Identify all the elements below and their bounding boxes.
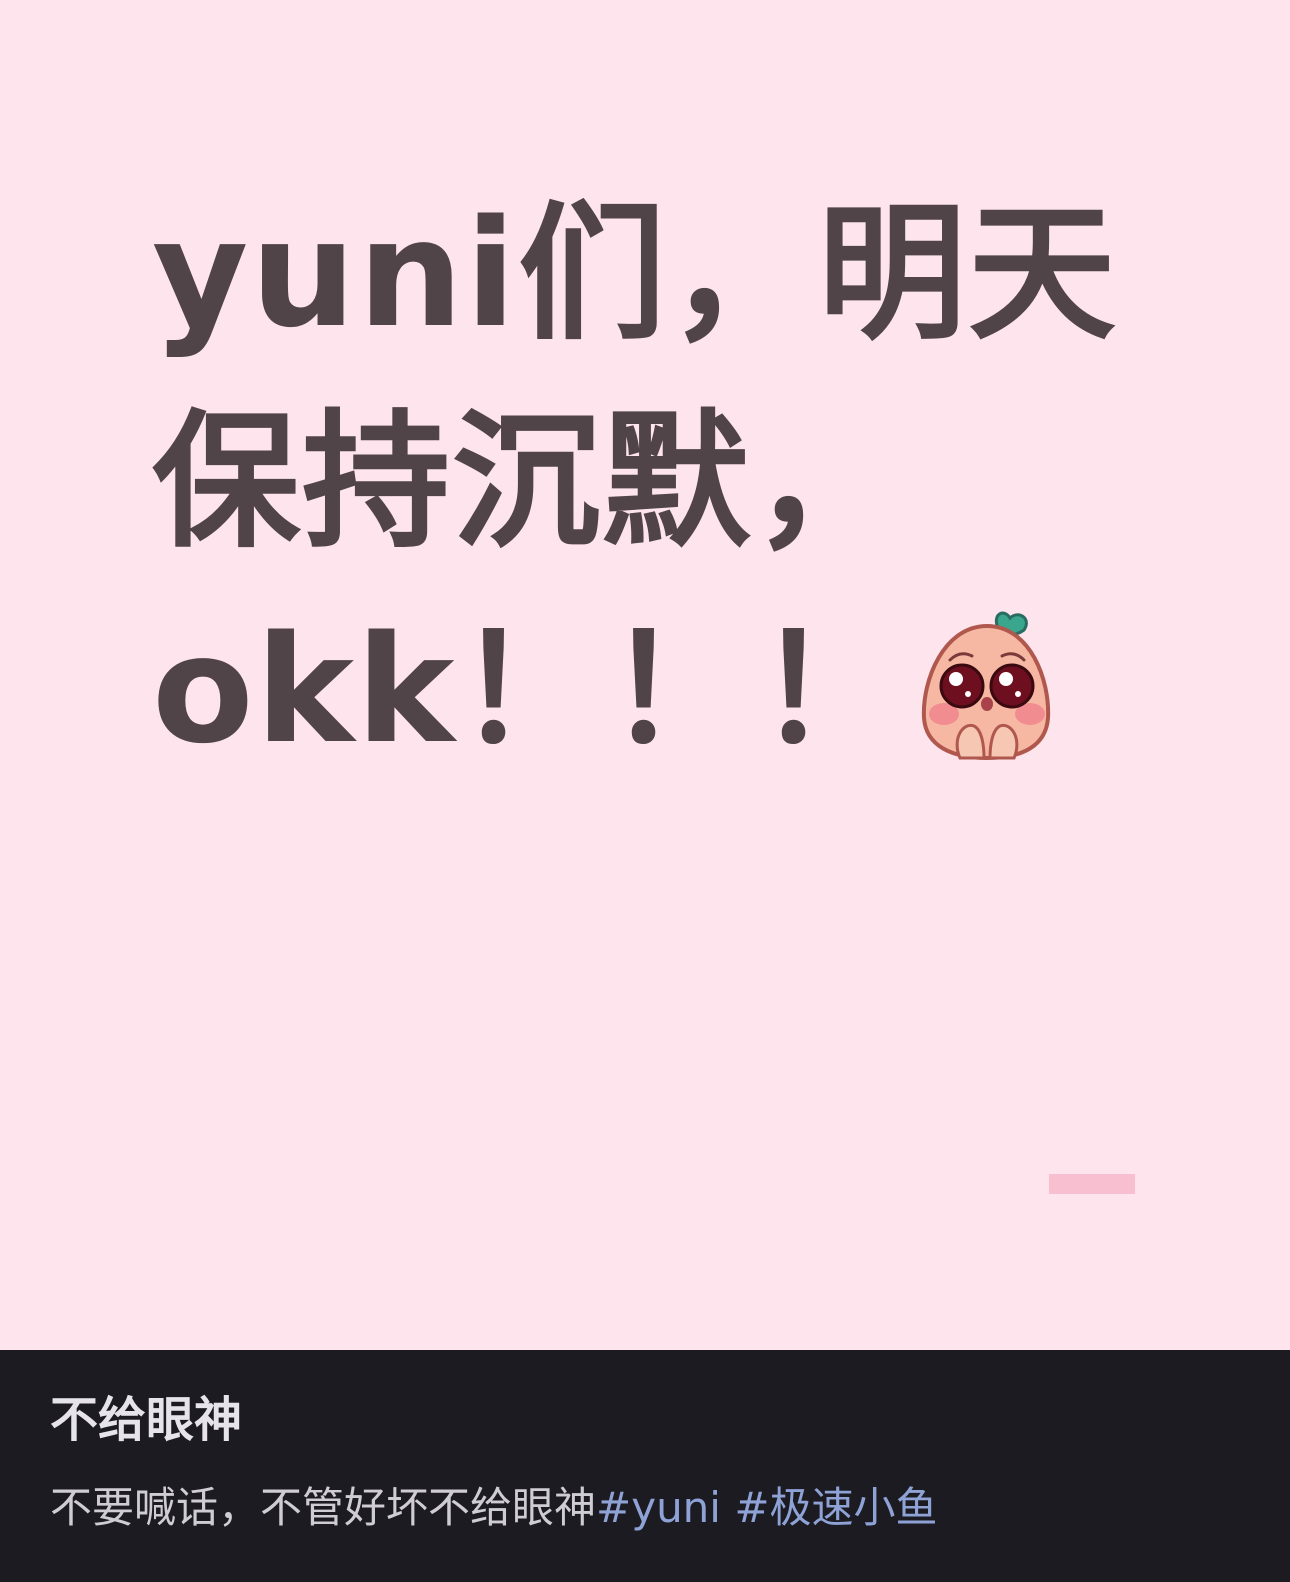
pink-mark [1049, 1174, 1135, 1194]
pleading-peach-sticker-icon [921, 611, 1051, 761]
post-description-text: 不要喊话，不管好坏不给眼神 [50, 1483, 597, 1532]
post-description: 不要喊话，不管好坏不给眼神#yuni #极速小鱼 [50, 1478, 938, 1538]
image-text-line-1: yuni们，明天 [152, 188, 1118, 360]
hashtag-link[interactable]: #yuni [596, 1483, 721, 1532]
post-title: 不给眼神 [50, 1392, 243, 1448]
post-caption: 不给眼神 不要喊话，不管好坏不给眼神#yuni #极速小鱼 [0, 1350, 1290, 1582]
hashtag-link[interactable]: #极速小鱼 [721, 1483, 937, 1532]
post-image[interactable]: yuni们，明天 保持沉默， okk！！！ [0, 0, 1290, 1350]
image-text-line-2: 保持沉默， [152, 396, 902, 568]
